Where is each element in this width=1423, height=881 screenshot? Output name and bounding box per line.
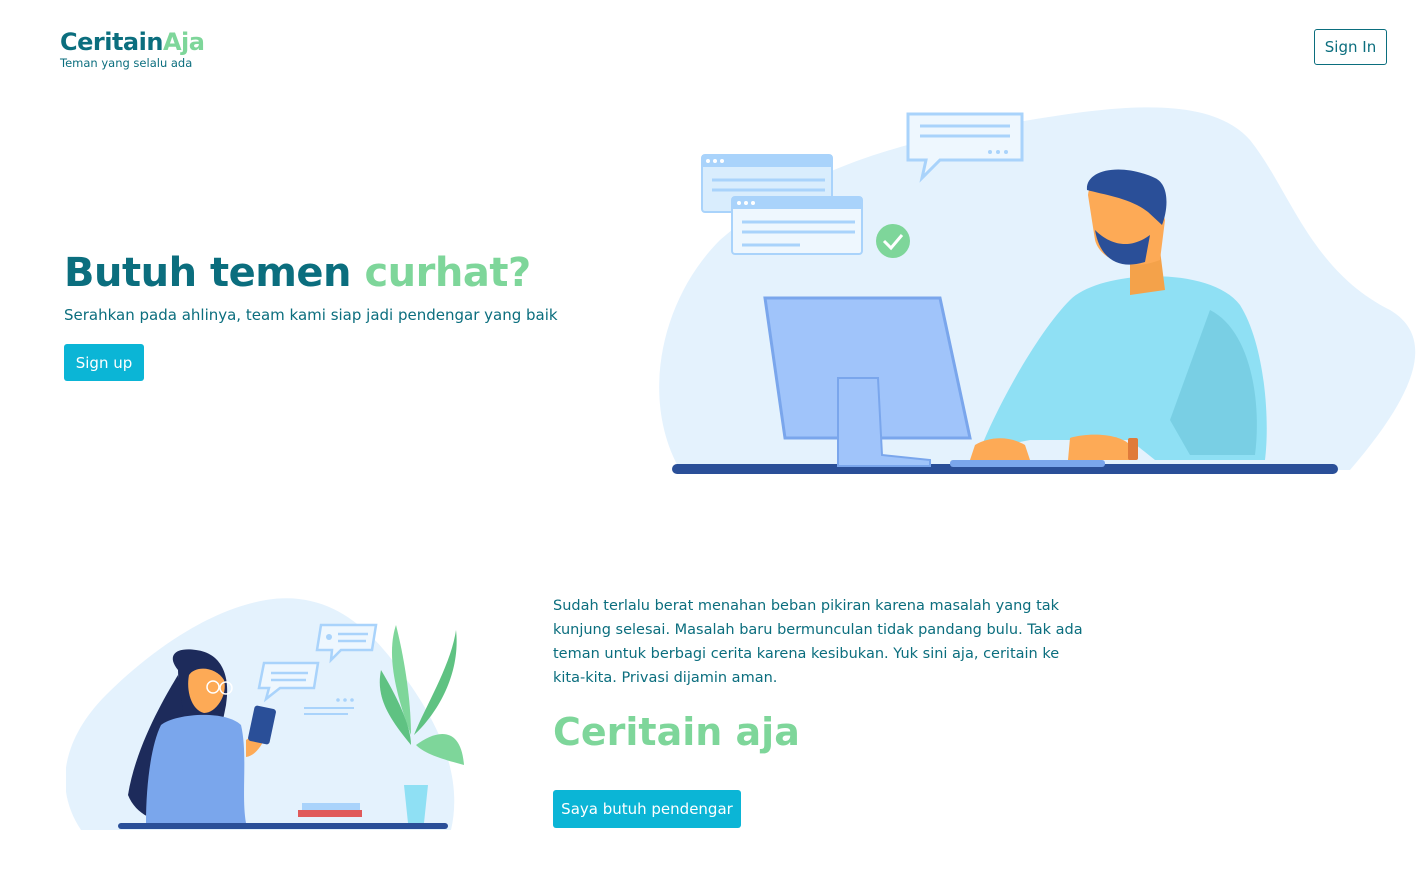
brand-logo[interactable]: CeritainAja Teman yang selalu ada [60, 28, 205, 70]
section-paragraph: Sudah terlalu berat menahan beban pikira… [553, 598, 1083, 686]
brand-name: CeritainAja [60, 28, 205, 56]
browser-window-icon [731, 196, 863, 255]
hero-title: Butuh temen curhat? [64, 250, 531, 296]
hero-subtitle: Serahkan pada ahlinya, team kami siap ja… [64, 306, 558, 324]
check-icon [876, 224, 910, 258]
need-listener-button[interactable]: Saya butuh pendengar [553, 790, 741, 828]
hero-title-part2: curhat? [364, 250, 531, 296]
signin-button[interactable]: Sign In [1314, 29, 1387, 65]
brand-tagline: Teman yang selalu ada [60, 56, 193, 70]
section-title: Ceritain aja [553, 710, 800, 754]
brand-name-part2: Aja [162, 28, 205, 56]
hero-title-part1: Butuh temen [64, 250, 352, 296]
woman-illustration [66, 598, 464, 830]
signup-button[interactable]: Sign up [64, 344, 144, 381]
hero-illustration [659, 107, 1416, 474]
brand-name-part1: Ceritain [60, 28, 163, 56]
